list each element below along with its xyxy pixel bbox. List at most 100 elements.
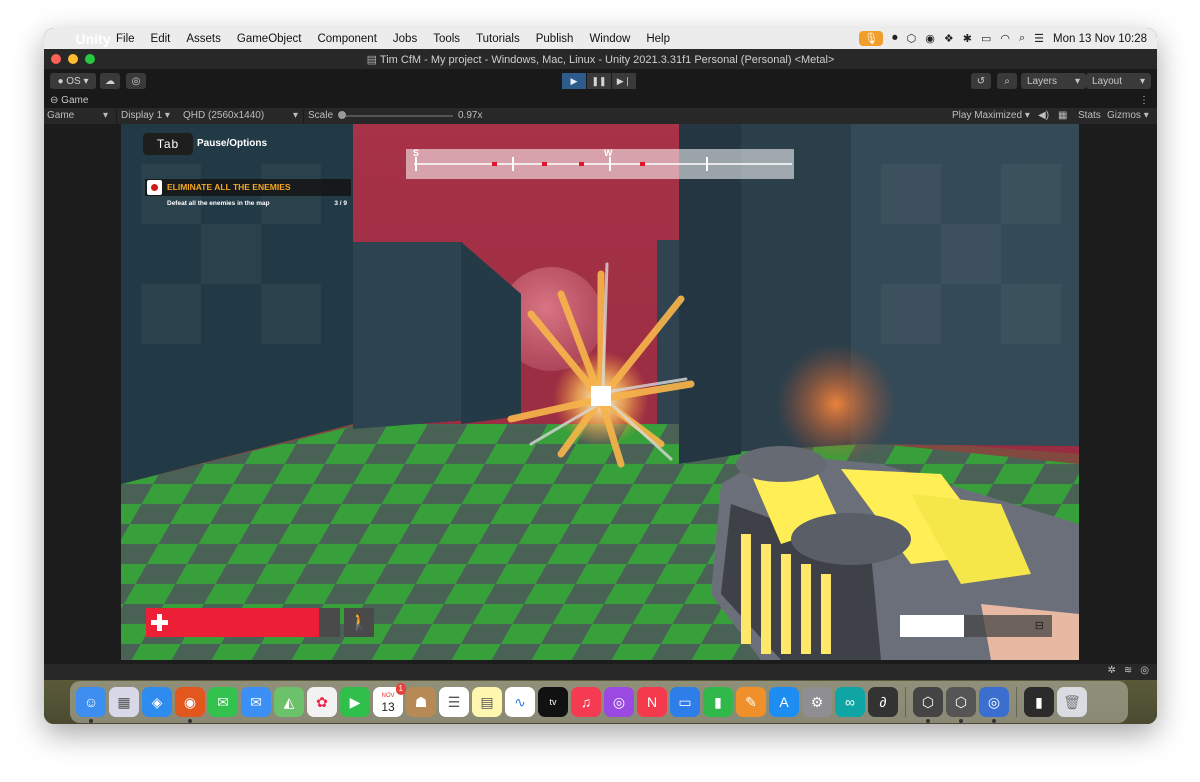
microphone-icon[interactable]: 🎙 [859,31,884,46]
menu-edit[interactable]: Edit [143,33,179,45]
keynote-icon[interactable]: ▭ [670,687,700,717]
step-button[interactable]: ▶❘ [612,73,636,89]
record-icon[interactable]: ⏺ [892,32,898,45]
account-icon: ● [57,75,67,87]
menu-assets[interactable]: Assets [178,33,229,45]
game-view: Tab Pause/Options S W ELIMINATE ALL THE … [44,124,1157,664]
menu-publish[interactable]: Publish [528,33,582,45]
pause-button[interactable]: ❚❚ [587,73,611,89]
objective-title: ELIMINATE ALL THE ENEMIES [167,182,291,192]
vpn-icon[interactable]: ◉ [925,32,935,45]
objective-description: Defeat all the enemies in the map [167,200,270,207]
play-button[interactable]: ▶ [562,73,586,89]
mute-audio-icon[interactable]: ◀) [1038,110,1049,121]
contacts-icon[interactable]: ☗ [406,687,436,717]
downloads-stack-icon[interactable]: ▮ [1024,687,1054,717]
collab-icon[interactable]: ◎ [126,73,146,89]
shortcuts-icon[interactable]: ▦ [1058,110,1067,121]
battery-icon[interactable]: ▭ [981,32,991,45]
play-mode-dropdown[interactable]: Play Maximized ▾ [952,110,1030,121]
bug-icon[interactable]: ✲ [1107,665,1115,676]
game-scene[interactable]: Tab Pause/Options S W ELIMINATE ALL THE … [121,124,1079,660]
numbers-icon[interactable]: ▮ [703,687,733,717]
view-mode-dropdown[interactable]: Game ▾ [47,110,108,121]
wifi-icon[interactable]: ◠ [1000,32,1010,45]
notes-icon[interactable]: ▤ [472,687,502,717]
account-dropdown[interactable]: ● OS ▾ [50,73,96,89]
menu-gameobject[interactable]: GameObject [229,33,310,45]
podcasts-icon[interactable]: ◎ [604,687,634,717]
unity-editor-icon[interactable]: ⬡ [946,687,976,723]
arduino-icon[interactable]: ∞ [835,687,865,717]
pages-icon[interactable]: ✎ [736,687,766,717]
news-icon[interactable]: N [637,687,667,717]
safari-icon[interactable]: ◈ [142,687,172,717]
check-circle-icon[interactable]: ◎ [1140,665,1149,676]
github-desktop-icon[interactable]: ∂ [868,687,898,717]
spotlight-search-icon[interactable]: ⌕ [1019,32,1025,45]
control-center-icon[interactable]: ☰ [1034,32,1044,45]
search-icon[interactable]: ⌕ [997,73,1017,89]
freeform-icon[interactable]: ∿ [505,687,535,717]
maps-icon[interactable]: ◭ [274,687,304,717]
layers-dropdown[interactable]: Layers ▾ [1021,73,1086,89]
zoom-window-button[interactable] [85,54,95,64]
reminders-icon[interactable]: ☰ [439,687,469,717]
gizmos-dropdown[interactable]: Gizmos ▾ [1107,110,1149,121]
menu-window[interactable]: Window [581,33,638,45]
scale-value: 0.97x [458,110,483,121]
progress-stack-icon[interactable]: ≋ [1124,665,1132,676]
layout-dropdown[interactable]: Layout ▾ [1086,73,1151,89]
cloud-icon[interactable]: ☁ [100,73,120,89]
menu-jobs[interactable]: Jobs [385,33,425,45]
messages-icon[interactable]: ✉ [208,687,238,717]
game-view-header: Game ▾ Display 1 ▾ QHD (2560x1440) ▾ Scale… [44,108,1157,126]
calendar-day: 13 [381,700,395,714]
undo-history-icon[interactable]: ↺ [971,73,991,89]
music-icon[interactable]: ♫ [571,687,601,717]
menu-tutorials[interactable]: Tutorials [468,33,528,45]
finder-icon[interactable]: ☺ [76,687,106,723]
menu-help[interactable]: Help [638,33,678,45]
menu-clock[interactable]: Mon 13 Nov 10:28 [1053,33,1147,45]
dropbox-icon[interactable]: ❖ [944,32,954,45]
scale-slider-handle[interactable] [338,111,346,119]
minimize-window-button[interactable] [68,54,78,64]
more-options-icon[interactable]: ⋮ [1139,95,1157,106]
firefox-icon[interactable]: ◉ [175,687,205,723]
menu-component[interactable]: Component [309,33,384,45]
resolution-dropdown[interactable]: QHD (2560x1440) ▾ [183,110,298,121]
mail-icon[interactable]: ✉ [241,687,271,717]
editor-status-bar: ✲ ≋ ◎ [44,664,1157,680]
health-bar-fill [146,608,319,637]
account-label: OS [66,75,81,87]
menu-file[interactable]: File [108,33,143,45]
chevron-down-icon: ▾ [1139,75,1145,87]
bluetooth-icon[interactable]: ✱ [963,32,972,45]
unity-status-icon[interactable]: ⬡ [907,32,917,45]
target-icon [147,180,162,195]
menu-tools[interactable]: Tools [425,33,468,45]
ammo-bar: ⊟ [900,615,1052,637]
trash-icon[interactable]: 🗑 [1057,687,1087,717]
dock-divider [905,687,906,717]
quicktime-icon[interactable]: ◎ [979,687,1009,723]
display-dropdown[interactable]: Display 1 ▾ [121,110,170,121]
tab-game[interactable]: ⊖ Game [50,95,88,106]
scale-label: Scale [308,110,334,121]
unity-hub-icon[interactable]: ⬡ [913,687,943,723]
tab-key-badge: Tab [143,133,193,155]
layers-label: Layers [1027,75,1058,87]
system-settings-icon[interactable]: ⚙ [802,687,832,717]
compass-west-label: W [604,148,613,158]
stance-standing-icon: 🚶 [344,608,374,637]
close-window-button[interactable] [51,54,61,64]
apple-tv-icon[interactable]: tv [538,687,568,717]
photos-icon[interactable]: ✿ [307,687,337,717]
scale-slider-track[interactable] [341,115,453,117]
facetime-icon[interactable]: ▶ [340,687,370,717]
stats-button[interactable]: Stats [1078,110,1101,121]
calendar-icon[interactable]: NOV 13 1 [373,683,406,717]
app-store-icon[interactable]: A [769,687,799,717]
launchpad-icon[interactable]: ▦ [109,687,139,717]
